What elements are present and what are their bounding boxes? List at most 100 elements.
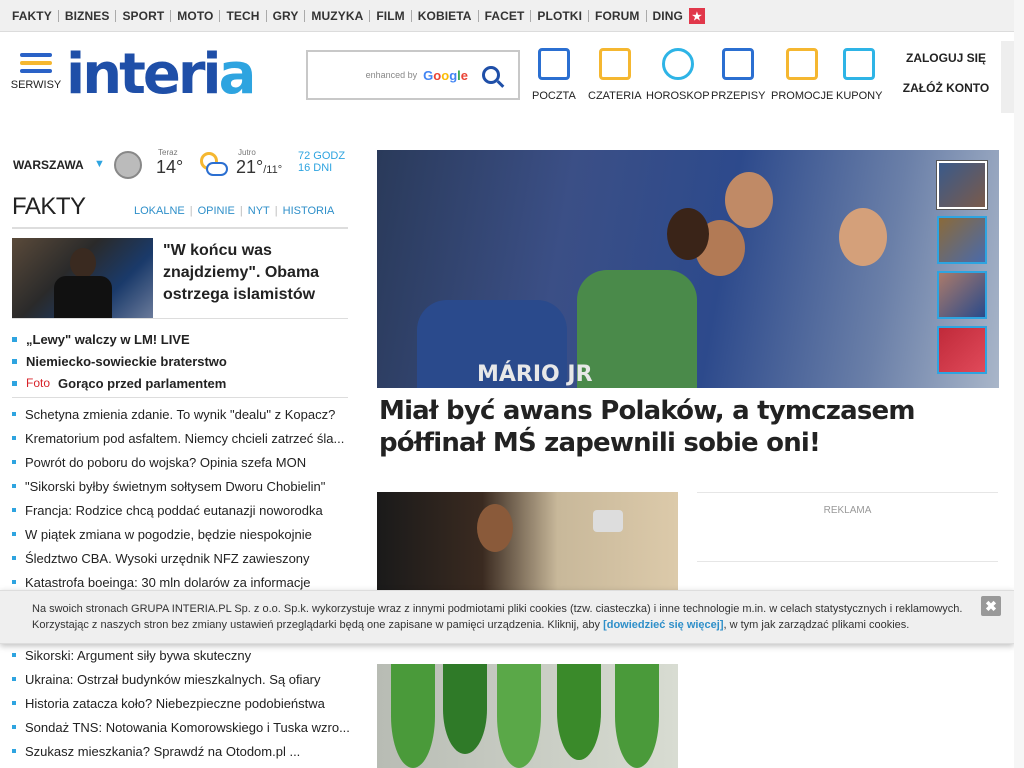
nav-separator (170, 10, 172, 22)
search-icon[interactable] (482, 66, 500, 84)
news-item[interactable]: Śledztwo CBA. Wysoki urzędnik NFZ zawies… (12, 546, 352, 570)
sublink-opinie[interactable]: OPINIE (198, 205, 235, 217)
service-poczta[interactable]: POCZTA (532, 48, 576, 102)
section-title[interactable]: FAKTY (12, 193, 86, 221)
weather-now-label: Teraz (158, 148, 178, 157)
ad-divider (697, 561, 998, 562)
nav-separator (645, 10, 647, 22)
news-item[interactable]: Krematorium pod asfaltem. Niemcy chcieli… (12, 426, 352, 450)
scrollbar-area[interactable] (1014, 0, 1024, 768)
nav-item-ding[interactable]: DING ★ (653, 8, 705, 24)
forecast-16d-link[interactable]: 16 DNI (298, 162, 345, 174)
nav-separator (530, 10, 532, 22)
bullet-icon (12, 336, 17, 342)
nav-item-kobieta[interactable]: KOBIETA (418, 9, 472, 23)
nav-item-fakty[interactable]: FAKTY (12, 9, 52, 23)
lead-news-headline[interactable]: "W końcu was znajdziemy". Obama ostrzega… (163, 240, 353, 306)
nav-item-muzyka[interactable]: MUZYKA (311, 9, 363, 23)
star-icon[interactable]: ★ (688, 8, 705, 24)
sublink-historia[interactable]: HISTORIA (283, 205, 335, 217)
service-label: PRZEPISY (711, 90, 766, 102)
account-links: ZALOGUJ SIĘ ZAŁÓŻ KONTO (896, 43, 996, 103)
news-list-continued: Sikorski: Argument siły bywa skuteczny Uk… (12, 643, 352, 763)
news-item[interactable]: Sikorski: Argument siły bywa skuteczny (12, 643, 352, 667)
moon-icon (114, 151, 142, 179)
news-item[interactable]: Francja: Rodzice chcą poddać eutanazji n… (12, 498, 352, 522)
news-image[interactable] (377, 492, 678, 590)
nav-item-facet[interactable]: FACET (485, 9, 525, 23)
bullet-icon (12, 580, 16, 584)
news-item[interactable]: Powrót do poboru do wojska? Opinia szefa… (12, 450, 352, 474)
nav-item-tech[interactable]: TECH (226, 9, 259, 23)
register-link[interactable]: ZAŁÓŻ KONTO (896, 73, 996, 103)
service-horoskop[interactable]: HOROSKOP (646, 48, 710, 102)
forecast-72h-link[interactable]: 72 GODZ (298, 150, 345, 162)
section-divider (12, 227, 348, 229)
weather-city[interactable]: WARSZAWA (13, 158, 84, 172)
news-item[interactable]: Szukasz mieszkania? Sprawdź na Otodom.pl… (12, 739, 352, 763)
recipes-icon (722, 48, 755, 80)
ad-divider (697, 492, 998, 493)
chevron-down-icon[interactable]: ▼ (94, 158, 105, 170)
nav-item-moto[interactable]: MOTO (177, 9, 213, 23)
sublink-lokalne[interactable]: LOKALNE (134, 205, 185, 217)
news-item[interactable]: "Sikorski byłby świetnym sołtysem Dworu … (12, 474, 352, 498)
nav-separator (219, 10, 221, 22)
nav-item-plotki[interactable]: PLOTKI (537, 9, 582, 23)
weather-tomorrow-label: Jutro (238, 148, 256, 157)
divider (12, 397, 348, 398)
close-icon[interactable]: ✖ (981, 596, 1001, 616)
nav-item-sport[interactable]: SPORT (122, 9, 164, 23)
hero-headline[interactable]: Miał być awans Polaków, a tymczasem półf… (379, 395, 989, 459)
bullet-icon (12, 460, 16, 464)
news-item[interactable]: Schetyna zmienia zdanie. To wynik "dealu… (12, 402, 352, 426)
service-przepisy[interactable]: PRZEPISY (711, 48, 765, 102)
service-czateria[interactable]: CZATERIA (588, 48, 642, 102)
divider (12, 318, 348, 319)
service-promocje[interactable]: PROMOCJE (771, 48, 833, 102)
hero-thumbnail[interactable] (936, 160, 988, 210)
weather-tomorrow-temp: 21°/11° (236, 157, 283, 177)
bullet-icon (12, 556, 16, 560)
hero-image[interactable]: MÁRIO JR (377, 150, 999, 388)
interia-logo[interactable]: interia (66, 47, 256, 103)
list-item[interactable]: Foto Gorąco przed parlamentem (12, 372, 352, 394)
foto-tag: Foto (26, 376, 51, 390)
bullet-icon (12, 380, 17, 386)
hero-thumbnail[interactable] (937, 216, 987, 264)
google-logo: Google (423, 67, 468, 83)
nav-item-film[interactable]: FILM (376, 9, 404, 23)
service-label: KUPONY (836, 90, 883, 102)
header: SERWISY interia enhanced by Google POCZT… (0, 33, 1024, 113)
news-image[interactable] (377, 664, 678, 768)
nav-item-gry[interactable]: GRY (273, 9, 299, 23)
hamburger-icon[interactable] (10, 53, 62, 73)
featured-news-list: „Lewy" walczy w LM! LIVE Niemiecko-sowie… (12, 328, 352, 394)
nav-separator (265, 10, 267, 22)
nav-item-forum[interactable]: FORUM (595, 9, 640, 23)
news-item[interactable]: W piątek zmiana w pogodzie, będzie niesp… (12, 522, 352, 546)
service-label: CZATERIA (588, 90, 642, 102)
serwisy-menu-button[interactable]: SERWISY (10, 49, 62, 91)
lead-news-image[interactable] (12, 238, 153, 318)
bullet-icon (12, 358, 17, 364)
section-sublinks: LOKALNE | OPINIE | NYT | HISTORIA (134, 205, 335, 217)
bullet-icon (12, 412, 16, 416)
hero-thumbnail[interactable] (937, 326, 987, 374)
cookie-more-link[interactable]: [dowiedzieć się więcej] (603, 619, 723, 631)
chat-icon (598, 48, 631, 80)
weather-now-temp: 14° (156, 157, 184, 177)
hero-thumbnail[interactable] (937, 271, 987, 319)
news-item[interactable]: Historia zatacza koło? Niebezpieczne pod… (12, 691, 352, 715)
nav-item-biznes[interactable]: BIZNES (65, 9, 110, 23)
login-link[interactable]: ZALOGUJ SIĘ (896, 43, 996, 73)
sublink-nyt[interactable]: NYT (248, 205, 270, 217)
news-item[interactable]: Sondaż TNS: Notowania Komorowskiego i Tu… (12, 715, 352, 739)
search-box[interactable]: enhanced by Google (306, 50, 520, 100)
news-item[interactable]: Ukraina: Ostrzał budynków mieszkalnych. … (12, 667, 352, 691)
list-item[interactable]: „Lewy" walczy w LM! LIVE (12, 328, 352, 350)
service-label: POCZTA (532, 90, 576, 102)
service-kupony[interactable]: KUPONY (836, 48, 882, 102)
list-item[interactable]: Niemiecko-sowieckie braterstwo (12, 350, 352, 372)
search-enhanced-label: enhanced by (365, 70, 418, 80)
